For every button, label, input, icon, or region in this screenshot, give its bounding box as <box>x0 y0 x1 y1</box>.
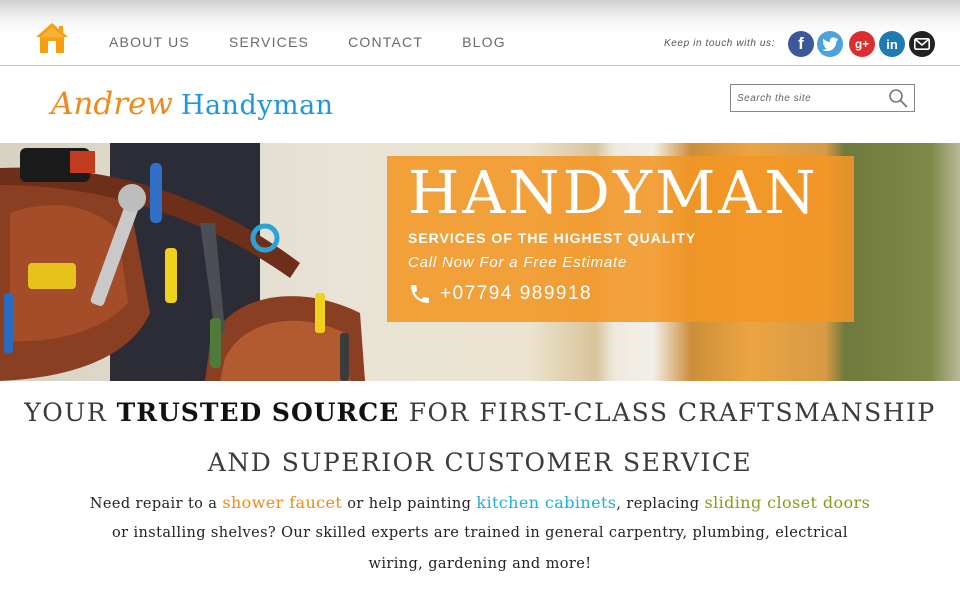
logo-second-word: Handyman <box>180 90 334 121</box>
nav-blog[interactable]: BLOG <box>462 34 506 50</box>
promo-subtitle: SERVICES OF THE HIGHEST QUALITY <box>408 230 697 246</box>
intro-paragraph-line-1: Need repair to a shower faucet or help p… <box>0 493 960 512</box>
google-plus-icon[interactable]: g+ <box>849 31 875 57</box>
headline-prefix: YOUR <box>24 398 117 427</box>
promo-phone-row[interactable]: +07794 989918 <box>408 282 592 306</box>
search-input[interactable] <box>731 85 881 111</box>
envelope-glyph <box>914 38 930 50</box>
promo-title: HANDYMAN <box>408 158 819 227</box>
shower-faucet-link[interactable]: shower faucet <box>222 493 342 512</box>
sliding-closet-doors-link[interactable]: sliding closet doors <box>705 493 871 512</box>
facebook-icon[interactable]: f <box>788 31 814 57</box>
intro-headline-line-2: AND SUPERIOR CUSTOMER SERVICE <box>207 448 753 477</box>
promo-phone-number: +07794 989918 <box>440 283 593 304</box>
google-plus-glyph: g+ <box>854 37 870 51</box>
intro-paragraph-line-3: wiring, gardening and more! <box>368 556 592 572</box>
linkedin-icon[interactable]: in <box>879 31 905 57</box>
kitchen-cabinets-link[interactable]: kitchen cabinets <box>476 493 616 512</box>
house-icon[interactable] <box>35 22 69 54</box>
paragraph-text: Need repair to a <box>89 496 223 512</box>
paragraph-text: or help painting <box>342 496 477 512</box>
intro-headline: YOUR TRUSTED SOURCE FOR FIRST-CLASS CRAF… <box>0 398 960 427</box>
main-menu: ABOUT US SERVICES CONTACT BLOG <box>109 34 545 50</box>
paragraph-text: , replacing <box>616 496 705 512</box>
twitter-bird-glyph <box>822 37 838 51</box>
site-logo[interactable]: Andrew Handyman <box>51 86 334 122</box>
tool-belt-image <box>0 143 365 381</box>
search-icon[interactable] <box>888 88 908 108</box>
nav-services[interactable]: SERVICES <box>229 34 309 50</box>
twitter-icon[interactable] <box>817 31 843 57</box>
nav-about-us[interactable]: ABOUT US <box>109 34 190 50</box>
headline-emphasis: TRUSTED SOURCE <box>116 398 400 427</box>
intro-paragraph-line-2: or installing shelves? Our skilled exper… <box>112 525 848 541</box>
linkedin-glyph: in <box>886 36 898 52</box>
keep-in-touch-label: Keep in touch with us: <box>664 38 776 49</box>
facebook-glyph: f <box>798 34 804 53</box>
headline-suffix: FOR FIRST-CLASS CRAFTSMANSHIP <box>399 398 936 427</box>
phone-icon <box>411 285 429 303</box>
nav-contact[interactable]: CONTACT <box>348 34 423 50</box>
site-search <box>730 84 915 112</box>
promo-call-to-action: Call Now For a Free Estimate <box>408 254 628 271</box>
top-navigation-bar: ABOUT US SERVICES CONTACT BLOG Keep in t… <box>0 0 960 66</box>
hero-banner: HANDYMAN SERVICES OF THE HIGHEST QUALITY… <box>0 143 960 381</box>
email-icon[interactable] <box>909 31 935 57</box>
logo-first-word: Andrew <box>51 86 173 122</box>
promo-box: HANDYMAN SERVICES OF THE HIGHEST QUALITY… <box>387 156 854 322</box>
